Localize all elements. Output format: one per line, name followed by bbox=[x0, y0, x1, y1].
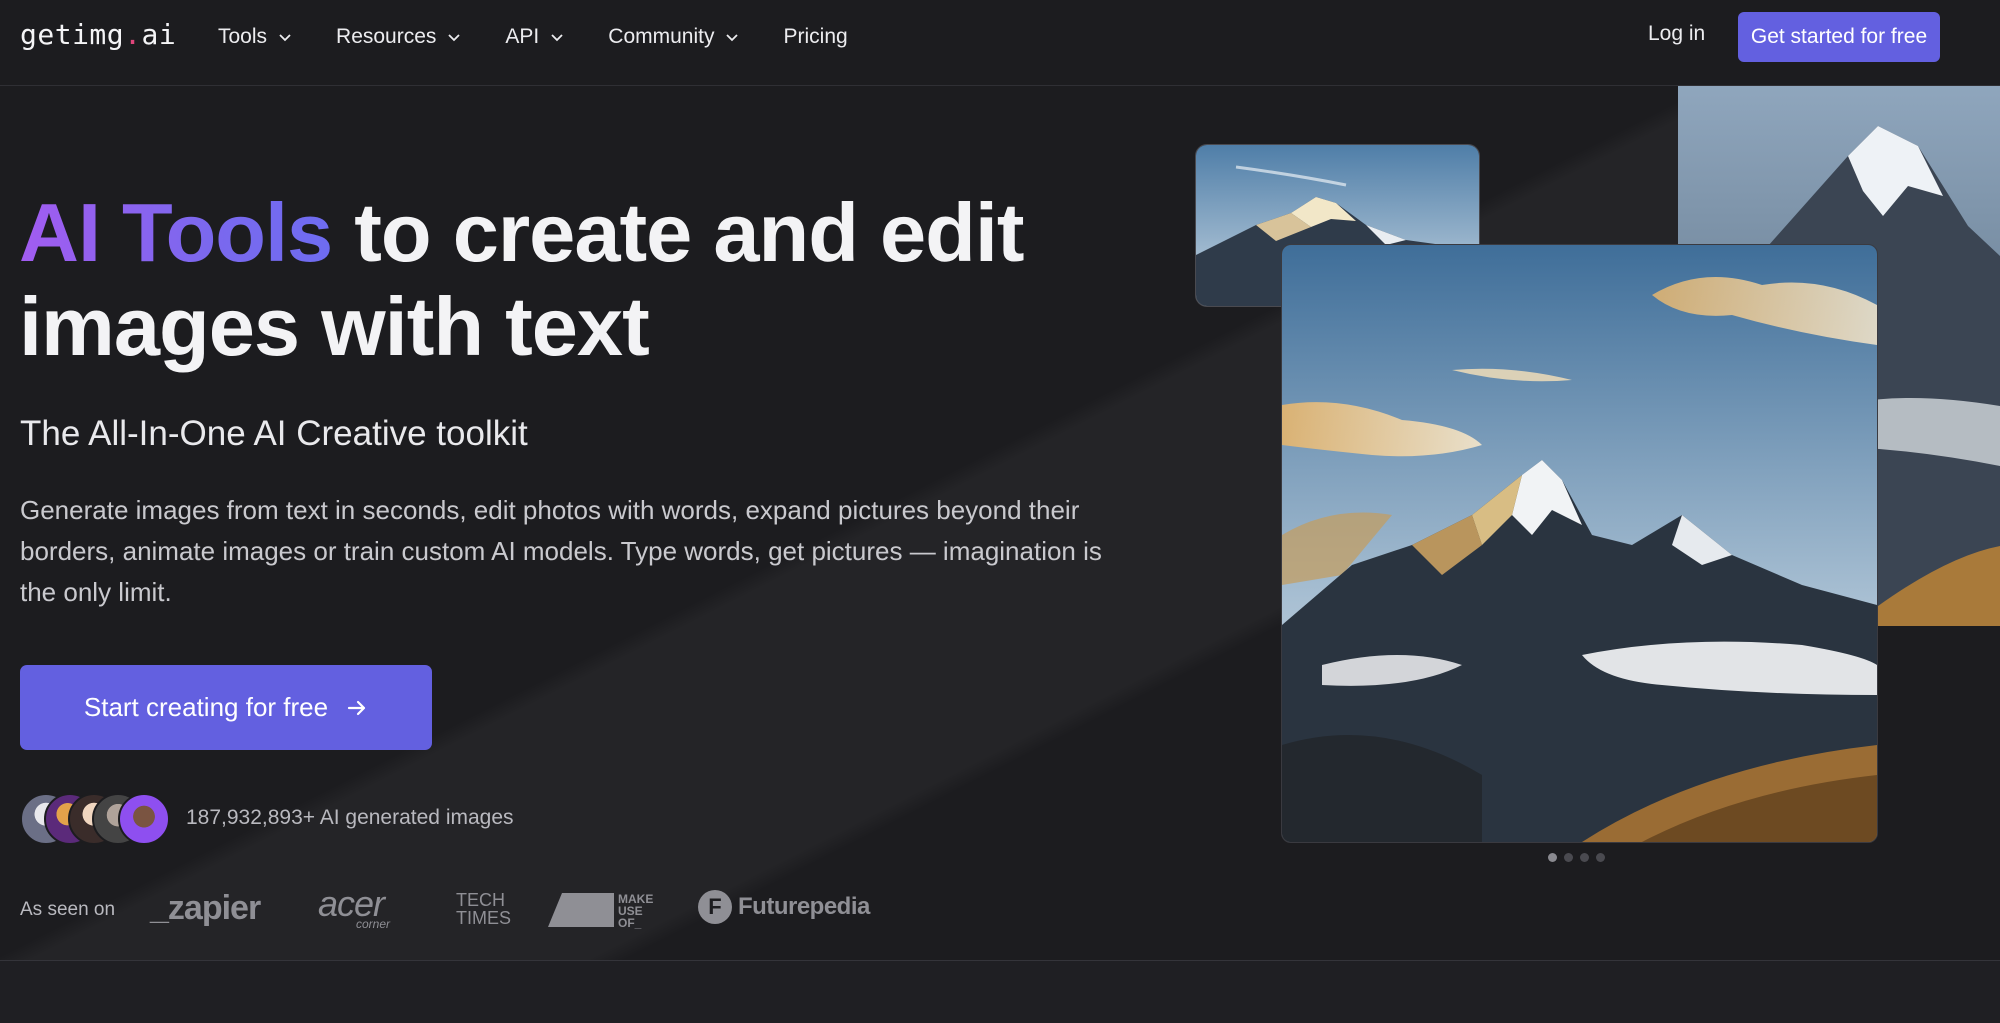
futurepedia-icon: F bbox=[698, 890, 732, 924]
nav-item-community[interactable]: Community bbox=[608, 25, 739, 49]
nav-item-label: Tools bbox=[218, 25, 268, 48]
zapier-logo: _zapier bbox=[150, 889, 261, 927]
nav-item-label: Community bbox=[608, 25, 715, 48]
top-navigation: getimg.ai Tools Resources API Community … bbox=[0, 0, 2000, 86]
chevron-down-icon bbox=[448, 34, 461, 42]
chevron-down-icon bbox=[279, 34, 291, 42]
carousel-dots bbox=[1548, 853, 1605, 862]
hero-description: Generate images from text in seconds, ed… bbox=[20, 495, 1102, 607]
make-use-of-shape bbox=[548, 893, 614, 927]
nav-item-resources[interactable]: Resources bbox=[336, 25, 461, 49]
nav-item-label: Pricing bbox=[783, 25, 848, 48]
hero-subtitle: The All-In-One AI Creative toolkit bbox=[20, 414, 528, 453]
carousel-dot[interactable] bbox=[1548, 853, 1557, 862]
generated-images-count: 187,932,893+ AI generated images bbox=[186, 806, 514, 829]
get-started-button[interactable]: Get started for free bbox=[1738, 12, 1940, 62]
carousel-dot[interactable] bbox=[1596, 853, 1605, 862]
make-use-of-logo: MAKE USE OF_ bbox=[548, 891, 666, 929]
chevron-down-icon bbox=[726, 34, 739, 42]
nav-item-pricing[interactable]: Pricing bbox=[783, 25, 847, 49]
nav-item-label: API bbox=[505, 25, 540, 48]
nav-item-label: Resources bbox=[336, 25, 437, 48]
start-creating-label: Start creating for free bbox=[83, 692, 329, 722]
mountain-image bbox=[1282, 245, 1877, 842]
carousel-dot[interactable] bbox=[1580, 853, 1589, 862]
nav-item-tools[interactable]: Tools bbox=[218, 25, 292, 49]
login-link[interactable]: Log in bbox=[1648, 22, 1705, 46]
arrow-right-icon bbox=[348, 700, 366, 715]
nav-item-api[interactable]: API bbox=[505, 25, 564, 49]
hero-title-rest: to create and edit bbox=[332, 186, 1024, 279]
avatar bbox=[118, 793, 170, 845]
as-seen-on-label: As seen on bbox=[20, 899, 116, 920]
sample-image-main bbox=[1281, 244, 1878, 843]
hero-title-line2: images with text bbox=[19, 280, 650, 373]
futurepedia-logo: F Futurepedia bbox=[698, 889, 870, 925]
tech-times-logo: TECH TIMES bbox=[456, 890, 512, 928]
start-creating-button[interactable]: Start creating for free bbox=[20, 665, 432, 750]
next-section-band bbox=[0, 961, 2000, 1023]
hero-title-highlight: AI Tools bbox=[19, 186, 333, 279]
logo[interactable]: getimg.ai bbox=[20, 18, 176, 51]
nav-links: Tools Resources API Community Pricing bbox=[218, 0, 892, 74]
acer-logo: acer corner bbox=[318, 883, 391, 931]
user-avatars bbox=[20, 793, 180, 845]
hero-title: AI Tools to create and edit images with … bbox=[19, 186, 1079, 374]
carousel-dot[interactable] bbox=[1564, 853, 1573, 862]
chevron-down-icon bbox=[551, 34, 563, 42]
